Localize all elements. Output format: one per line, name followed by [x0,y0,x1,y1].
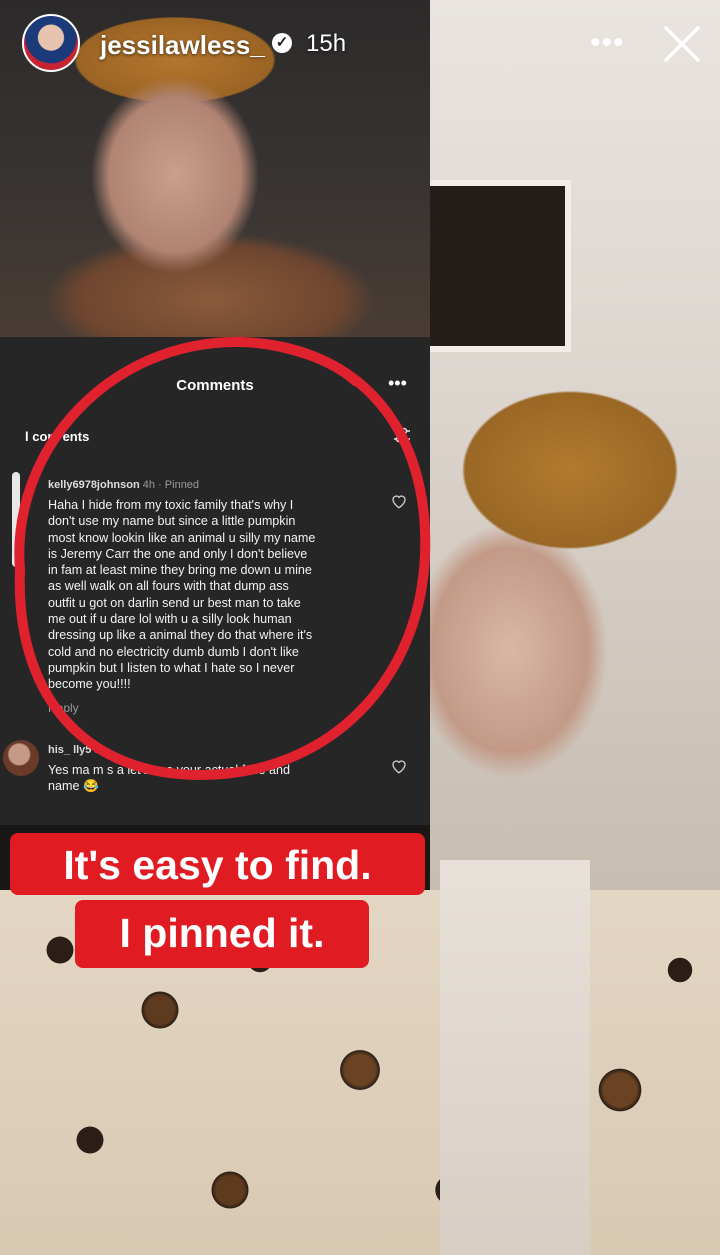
comments-screenshot: Comments ••• l com ents kelly6978johnson… [0,337,430,825]
filter-icon [394,427,410,443]
caption-line-2: I pinned it. [75,900,369,968]
close-icon[interactable] [660,22,704,66]
avatar[interactable] [22,14,80,72]
more-icon[interactable]: ••• [590,28,625,58]
commenter-avatar [3,740,39,776]
verified-badge-icon: ✓ [272,33,292,53]
comment-body: Haha I hide from my toxic family that's … [48,498,316,692]
comment-username: his_ lly5 1h [48,744,107,756]
shirt-image [440,860,590,1255]
background-door [430,180,571,352]
scroll-indicator [12,472,20,567]
comments-more-icon: ••• [388,373,407,393]
comments-count: l com ents [25,429,90,444]
reply-link: Reply [48,701,79,715]
comment-body: Yes ma m s a let's see your actual face … [48,763,291,794]
comment-username: kelly6978johnson 4h · Pinned [48,479,200,491]
story-header: jessilawless_ ✓ 15h ••• [0,0,720,90]
post-time: 15h [306,30,347,57]
like-heart-icon [392,760,406,774]
caption-line-1: It's easy to find. [10,833,425,895]
username[interactable]: jessilawless_ [100,30,265,61]
like-heart-icon [392,495,406,509]
comments-title: Comments [176,377,254,394]
